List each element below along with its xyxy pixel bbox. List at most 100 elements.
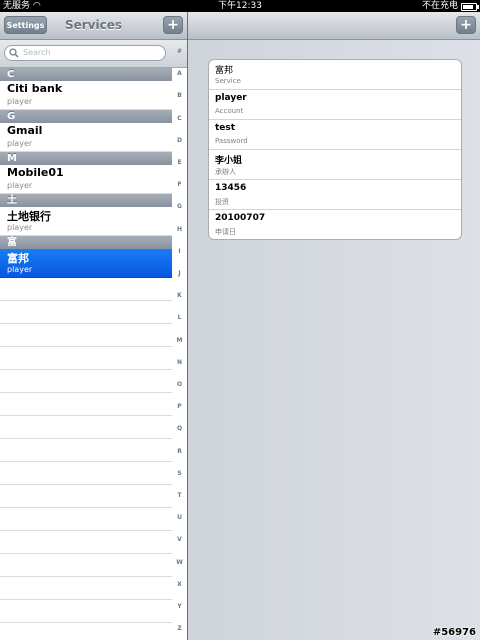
search-icon: [9, 48, 19, 58]
add-service-button[interactable]: +: [163, 16, 183, 34]
index-letter[interactable]: I: [172, 248, 187, 255]
index-letter[interactable]: U: [172, 514, 187, 521]
service-account: player: [7, 223, 33, 232]
detail-field[interactable]: 李小姐 承辦人: [209, 150, 461, 180]
index-letter[interactable]: T: [172, 492, 187, 499]
empty-row: [0, 393, 172, 416]
service-name: Mobile01: [7, 166, 64, 179]
detail-field[interactable]: 富邦 Service: [209, 60, 461, 90]
index-letter[interactable]: W: [172, 559, 187, 566]
detail-field[interactable]: test Password: [209, 120, 461, 150]
charging-status: 不在充电: [421, 1, 458, 11]
service-detail-pane: + 富邦 Service player Account test Password 李小姐承…: [188, 12, 480, 640]
empty-row: [0, 324, 172, 347]
battery-fill: [463, 5, 474, 9]
empty-rows: [0, 278, 172, 640]
service-name: 富邦: [7, 252, 29, 265]
add-field-button[interactable]: +: [456, 16, 476, 34]
service-row[interactable]: 富邦 player: [0, 249, 172, 278]
detail-field[interactable]: 13456 投资: [209, 180, 461, 210]
index-letter[interactable]: K: [172, 292, 187, 299]
section-header: G: [0, 110, 172, 123]
index-letter[interactable]: R: [172, 448, 187, 455]
index-letter[interactable]: P: [172, 403, 187, 410]
index-letter[interactable]: S: [172, 470, 187, 477]
field-value: 13456: [215, 183, 247, 193]
index-letter[interactable]: #: [172, 48, 187, 55]
empty-row: [0, 600, 172, 623]
watermark: #56976: [432, 627, 476, 638]
index-letter[interactable]: N: [172, 359, 187, 366]
detail-card: 富邦 Service player Account test Password 李小姐承辦人…: [208, 59, 462, 240]
field-label: 申请日: [215, 228, 236, 236]
index-letter[interactable]: D: [172, 137, 187, 144]
section-index[interactable]: # A B C D E F G H I J K L M N O P Q R S T U V W X Y Z: [172, 48, 187, 640]
empty-row: [0, 508, 172, 531]
empty-row: [0, 416, 172, 439]
detail-field[interactable]: player Account: [209, 90, 461, 120]
field-label: Service: [215, 77, 241, 85]
index-letter[interactable]: G: [172, 203, 187, 210]
service-account: player: [7, 181, 33, 190]
empty-row: [0, 623, 172, 640]
field-value: 20100707: [215, 213, 266, 223]
search-input[interactable]: Search: [4, 45, 166, 61]
empty-row: [0, 531, 172, 554]
services-list: C Citi bank player G Gmail player M Mobile01 pla…: [0, 68, 172, 640]
field-value: test: [215, 123, 236, 133]
battery-icon: [461, 3, 479, 11]
empty-row: [0, 370, 172, 393]
service-name: 土地银行: [7, 210, 51, 223]
settings-button[interactable]: Settings: [4, 16, 47, 34]
field-label: Password: [215, 137, 248, 145]
service-row[interactable]: Citi bank player: [0, 81, 172, 110]
index-letter[interactable]: B: [172, 92, 187, 99]
index-letter[interactable]: Q: [172, 425, 187, 432]
section-header: 土: [0, 194, 172, 207]
empty-row: [0, 462, 172, 485]
service-account: player: [7, 265, 33, 274]
services-navbar: Services Settings +: [0, 12, 187, 40]
index-letter[interactable]: Y: [172, 603, 187, 610]
index-letter[interactable]: J: [172, 270, 187, 277]
index-letter[interactable]: X: [172, 581, 187, 588]
index-letter[interactable]: A: [172, 70, 187, 77]
empty-row: [0, 347, 172, 370]
service-row[interactable]: 土地银行 player: [0, 207, 172, 236]
index-letter[interactable]: H: [172, 226, 187, 233]
index-letter[interactable]: F: [172, 181, 187, 188]
index-letter[interactable]: Z: [172, 625, 187, 632]
empty-row: [0, 554, 172, 577]
index-letter[interactable]: E: [172, 159, 187, 166]
empty-row: [0, 485, 172, 508]
service-account: player: [7, 97, 33, 106]
empty-row: [0, 301, 172, 324]
field-label: Account: [215, 107, 244, 115]
index-letter[interactable]: O: [172, 381, 187, 388]
index-letter[interactable]: C: [172, 115, 187, 122]
service-row[interactable]: Mobile01 player: [0, 165, 172, 194]
empty-row: [0, 577, 172, 600]
empty-row: [0, 439, 172, 462]
status-bar: 无服务 ◠ 下午12:33 不在充电: [0, 0, 480, 12]
service-account: player: [7, 139, 33, 148]
detail-field[interactable]: 20100707 申请日: [209, 210, 461, 239]
field-value: 李小姐: [215, 156, 243, 166]
empty-row: [0, 278, 172, 301]
service-row[interactable]: Gmail player: [0, 123, 172, 152]
section-header: M: [0, 152, 172, 165]
field-label: 承辦人: [215, 168, 236, 176]
section-header: 富: [0, 236, 172, 249]
search-placeholder: Search: [23, 48, 51, 57]
field-label: 投资: [215, 198, 229, 206]
index-letter[interactable]: L: [172, 314, 187, 321]
field-value: player: [215, 93, 247, 103]
index-letter[interactable]: V: [172, 536, 187, 543]
section-header: C: [0, 68, 172, 81]
service-name: Gmail: [7, 124, 43, 137]
status-time: 下午12:33: [218, 1, 262, 11]
index-letter[interactable]: M: [172, 337, 187, 344]
search-bar: Search: [0, 40, 187, 68]
service-name: Citi bank: [7, 82, 63, 95]
field-value: 富邦: [215, 66, 234, 76]
